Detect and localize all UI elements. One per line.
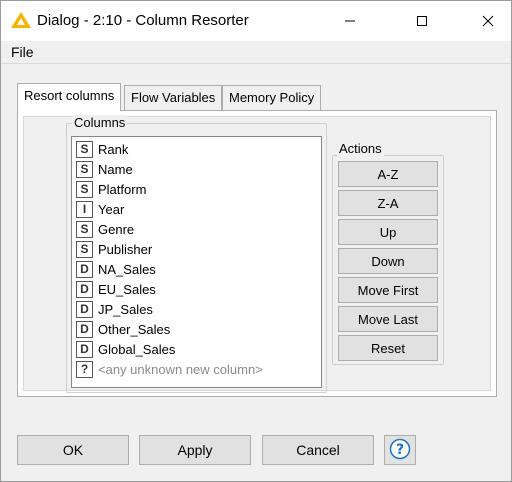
close-button[interactable] <box>465 1 511 41</box>
list-item[interactable]: ? <any unknown new column> <box>74 359 319 379</box>
dialog-window: Dialog - 2:10 - Column Resorter File Res… <box>0 0 512 482</box>
column-name: Name <box>98 161 133 177</box>
columns-list[interactable]: S Rank S Name S Platform I Year S Genre … <box>71 136 322 388</box>
double-type-icon: D <box>76 260 93 278</box>
apply-button[interactable]: Apply <box>139 435 251 465</box>
move-first-button[interactable]: Move First <box>338 277 438 303</box>
list-item[interactable]: S Publisher <box>74 239 319 259</box>
menu-divider <box>1 63 511 64</box>
list-item[interactable]: S Name <box>74 159 319 179</box>
string-type-icon: S <box>76 140 93 158</box>
double-type-icon: D <box>76 300 93 318</box>
list-item[interactable]: S Rank <box>74 139 319 159</box>
list-item[interactable]: I Year <box>74 199 319 219</box>
list-item[interactable]: D Global_Sales <box>74 339 319 359</box>
move-last-button[interactable]: Move Last <box>338 306 438 332</box>
column-name: <any unknown new column> <box>98 361 263 377</box>
tab-resort-columns[interactable]: Resort columns <box>17 83 122 111</box>
title-bar[interactable]: Dialog - 2:10 - Column Resorter <box>1 1 511 41</box>
column-name: Global_Sales <box>98 341 176 357</box>
maximize-button[interactable] <box>399 1 445 41</box>
reset-button[interactable]: Reset <box>338 335 438 361</box>
move-up-button[interactable]: Up <box>338 219 438 245</box>
columns-group-title: Columns <box>72 115 128 130</box>
actions-group-title: Actions <box>337 141 384 156</box>
column-name: EU_Sales <box>98 281 156 297</box>
column-name: JP_Sales <box>98 301 153 317</box>
column-name: Publisher <box>98 241 153 257</box>
string-type-icon: S <box>76 220 93 238</box>
string-type-icon: S <box>76 160 93 178</box>
ok-button[interactable]: OK <box>17 435 129 465</box>
string-type-icon: S <box>76 240 93 258</box>
column-name: Genre <box>98 221 135 237</box>
list-item[interactable]: S Genre <box>74 219 319 239</box>
help-icon: ? <box>389 438 411 463</box>
window-title: Dialog - 2:10 - Column Resorter <box>37 12 249 29</box>
menu-file[interactable]: File <box>11 44 34 60</box>
column-name: Rank <box>98 141 129 157</box>
list-item[interactable]: D Other_Sales <box>74 319 319 339</box>
column-name: NA_Sales <box>98 261 156 277</box>
tab-flow-variables[interactable]: Flow Variables <box>124 85 223 110</box>
list-item[interactable]: D JP_Sales <box>74 299 319 319</box>
cancel-button[interactable]: Cancel <box>262 435 374 465</box>
column-name: Other_Sales <box>98 321 171 337</box>
list-item[interactable]: S Platform <box>74 179 319 199</box>
string-type-icon: S <box>76 180 93 198</box>
help-button[interactable]: ? <box>384 435 416 465</box>
svg-text:?: ? <box>396 442 404 458</box>
double-type-icon: D <box>76 320 93 338</box>
unknown-type-icon: ? <box>76 360 93 378</box>
double-type-icon: D <box>76 280 93 298</box>
integer-type-icon: I <box>76 200 93 218</box>
list-item[interactable]: D EU_Sales <box>74 279 319 299</box>
sort-a-z-button[interactable]: A-Z <box>338 161 438 187</box>
menu-bar: File <box>1 41 511 63</box>
move-down-button[interactable]: Down <box>338 248 438 274</box>
double-type-icon: D <box>76 340 93 358</box>
knime-app-icon <box>10 11 32 29</box>
tab-memory-policy[interactable]: Memory Policy <box>222 85 322 110</box>
column-name: Platform <box>98 181 147 197</box>
minimize-button[interactable] <box>327 1 373 41</box>
sort-z-a-button[interactable]: Z-A <box>338 190 438 216</box>
column-name: Year <box>98 201 125 217</box>
list-item[interactable]: D NA_Sales <box>74 259 319 279</box>
